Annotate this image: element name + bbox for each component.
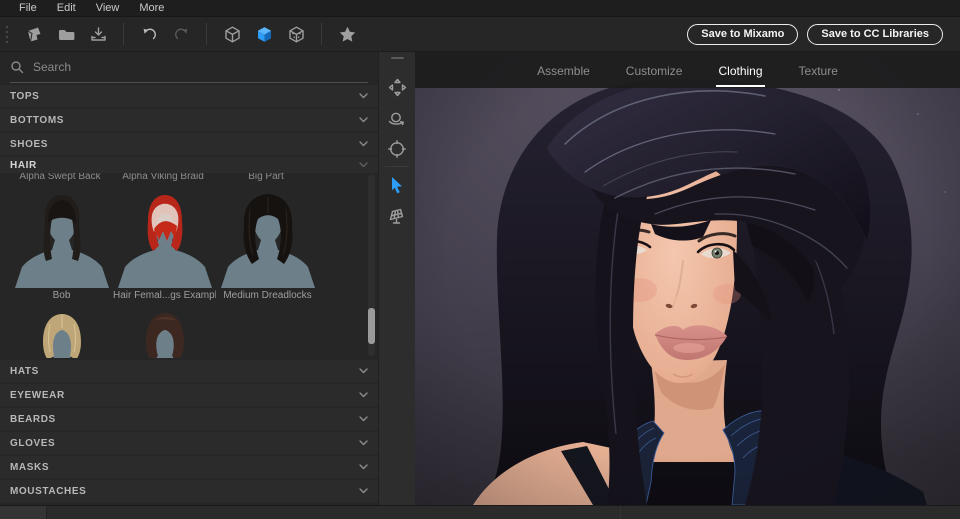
new-document-button[interactable] — [21, 21, 47, 47]
strip-handle[interactable] — [391, 57, 404, 59]
strip-separator — [385, 166, 409, 167]
section-label: EYEWEAR — [10, 390, 65, 401]
chevron-down-icon — [359, 488, 368, 494]
menu-view[interactable]: View — [86, 0, 130, 17]
section-tops[interactable]: TOPS — [0, 85, 378, 107]
chevron-down-icon — [359, 464, 368, 470]
tab-clothing[interactable]: Clothing — [716, 53, 764, 87]
hair-item-label: Alpha Swept Back — [8, 173, 112, 182]
perspective-grid-tool-icon[interactable] — [382, 201, 412, 231]
section-gloves[interactable]: GLOVES — [0, 432, 378, 454]
chevron-down-icon — [359, 440, 368, 446]
bottom-bar-divider — [620, 506, 621, 519]
scrollbar-thumb[interactable] — [368, 308, 375, 344]
hair-item-medium-dreadlocks[interactable]: Medium Dreadlocks — [216, 193, 319, 301]
section-label: TOPS — [10, 91, 39, 102]
hair-item-label: Medium Dreadlocks — [216, 290, 319, 301]
bottom-status-bar — [0, 505, 960, 519]
mode-tab-bar: Assemble Customize Clothing Texture — [415, 52, 960, 88]
section-label: GLOVES — [10, 438, 55, 449]
redo-button[interactable] — [168, 21, 194, 47]
section-beards[interactable]: BEARDS — [0, 408, 378, 430]
menu-more[interactable]: More — [129, 0, 174, 17]
orbit-tool-icon[interactable] — [382, 103, 412, 133]
hair-item-label: Hair Femal...gs Example — [113, 290, 216, 301]
section-bottoms[interactable]: BOTTOMS — [0, 109, 378, 131]
section-moustaches[interactable]: MOUSTACHES — [0, 480, 378, 502]
viewport-tool-strip — [378, 52, 415, 505]
hair-item-label: Bob — [10, 290, 113, 301]
open-folder-button[interactable] — [53, 21, 79, 47]
section-shoes[interactable]: SHOES — [0, 133, 378, 155]
app-window: File Edit View More — [0, 0, 960, 519]
chevron-down-icon — [359, 93, 368, 99]
cube-wireframe-button[interactable] — [219, 21, 245, 47]
search-input[interactable] — [33, 60, 368, 74]
tab-texture[interactable]: Texture — [797, 53, 840, 87]
hair-item-example[interactable]: Hair Femal...gs Example — [113, 193, 216, 301]
tab-customize[interactable]: Customize — [624, 53, 685, 87]
section-label: HAIR — [10, 160, 37, 171]
hair-item-partial[interactable] — [113, 312, 216, 358]
drag-handle-icon — [6, 26, 8, 43]
hair-items-partial-row — [10, 312, 216, 358]
save-to-mixamo-button[interactable]: Save to Mixamo — [687, 24, 798, 45]
search-icon — [10, 60, 24, 74]
menu-bar: File Edit View More — [0, 0, 960, 17]
scrolled-item-labels: Alpha Swept Back Alpha Viking Braid Big … — [0, 173, 378, 183]
chevron-down-icon — [359, 162, 368, 168]
hair-items-grid: Alpha Swept Back Alpha Viking Braid Big … — [0, 173, 378, 358]
save-to-cc-libraries-button[interactable]: Save to CC Libraries — [807, 24, 943, 45]
chevron-down-icon — [359, 117, 368, 123]
search-row — [0, 52, 378, 83]
section-label: MASKS — [10, 462, 49, 473]
chevron-down-icon — [359, 141, 368, 147]
frame-view-tool-icon[interactable] — [382, 134, 412, 164]
hair-item-label: Alpha Viking Braid — [111, 173, 215, 182]
section-masks[interactable]: MASKS — [0, 456, 378, 478]
favorites-star-button[interactable] — [334, 21, 360, 47]
select-cursor-tool-icon[interactable] — [382, 170, 412, 200]
asset-panel: TOPS BOTTOMS SHOES HAIR Alpha Swept Back… — [0, 52, 378, 505]
chevron-down-icon — [359, 392, 368, 398]
section-label: MOUSTACHES — [10, 486, 86, 497]
cube-shaded-active-button[interactable] — [251, 21, 277, 47]
toolbar-separator — [123, 23, 124, 45]
hair-item-bob[interactable]: Bob — [10, 193, 113, 301]
character-render[interactable] — [415, 52, 960, 505]
toolbar-separator — [321, 23, 322, 45]
save-download-button[interactable] — [85, 21, 111, 47]
chevron-down-icon — [359, 368, 368, 374]
menu-file[interactable]: File — [9, 0, 47, 17]
chevron-down-icon — [359, 416, 368, 422]
undo-button[interactable] — [136, 21, 162, 47]
menu-edit[interactable]: Edit — [47, 0, 86, 17]
tab-assemble[interactable]: Assemble — [535, 53, 592, 87]
section-label: BOTTOMS — [10, 115, 64, 126]
toolbar-separator — [206, 23, 207, 45]
section-label: SHOES — [10, 139, 48, 150]
section-hair[interactable]: HAIR — [0, 157, 378, 173]
section-eyewear[interactable]: EYEWEAR — [0, 384, 378, 406]
section-hats[interactable]: HATS — [0, 360, 378, 382]
toolbar: Save to Mixamo Save to CC Libraries — [0, 17, 960, 52]
section-label: BEARDS — [10, 414, 56, 425]
pan-tool-icon[interactable] — [382, 72, 412, 102]
hair-item-label: Big Part — [214, 173, 318, 182]
hair-item-partial[interactable] — [10, 312, 113, 358]
section-label: HATS — [10, 366, 39, 377]
viewport-3d[interactable]: Assemble Customize Clothing Texture — [415, 52, 960, 505]
cube-textured-button[interactable] — [283, 21, 309, 47]
horizontal-scrollbar-thumb[interactable] — [0, 506, 47, 519]
